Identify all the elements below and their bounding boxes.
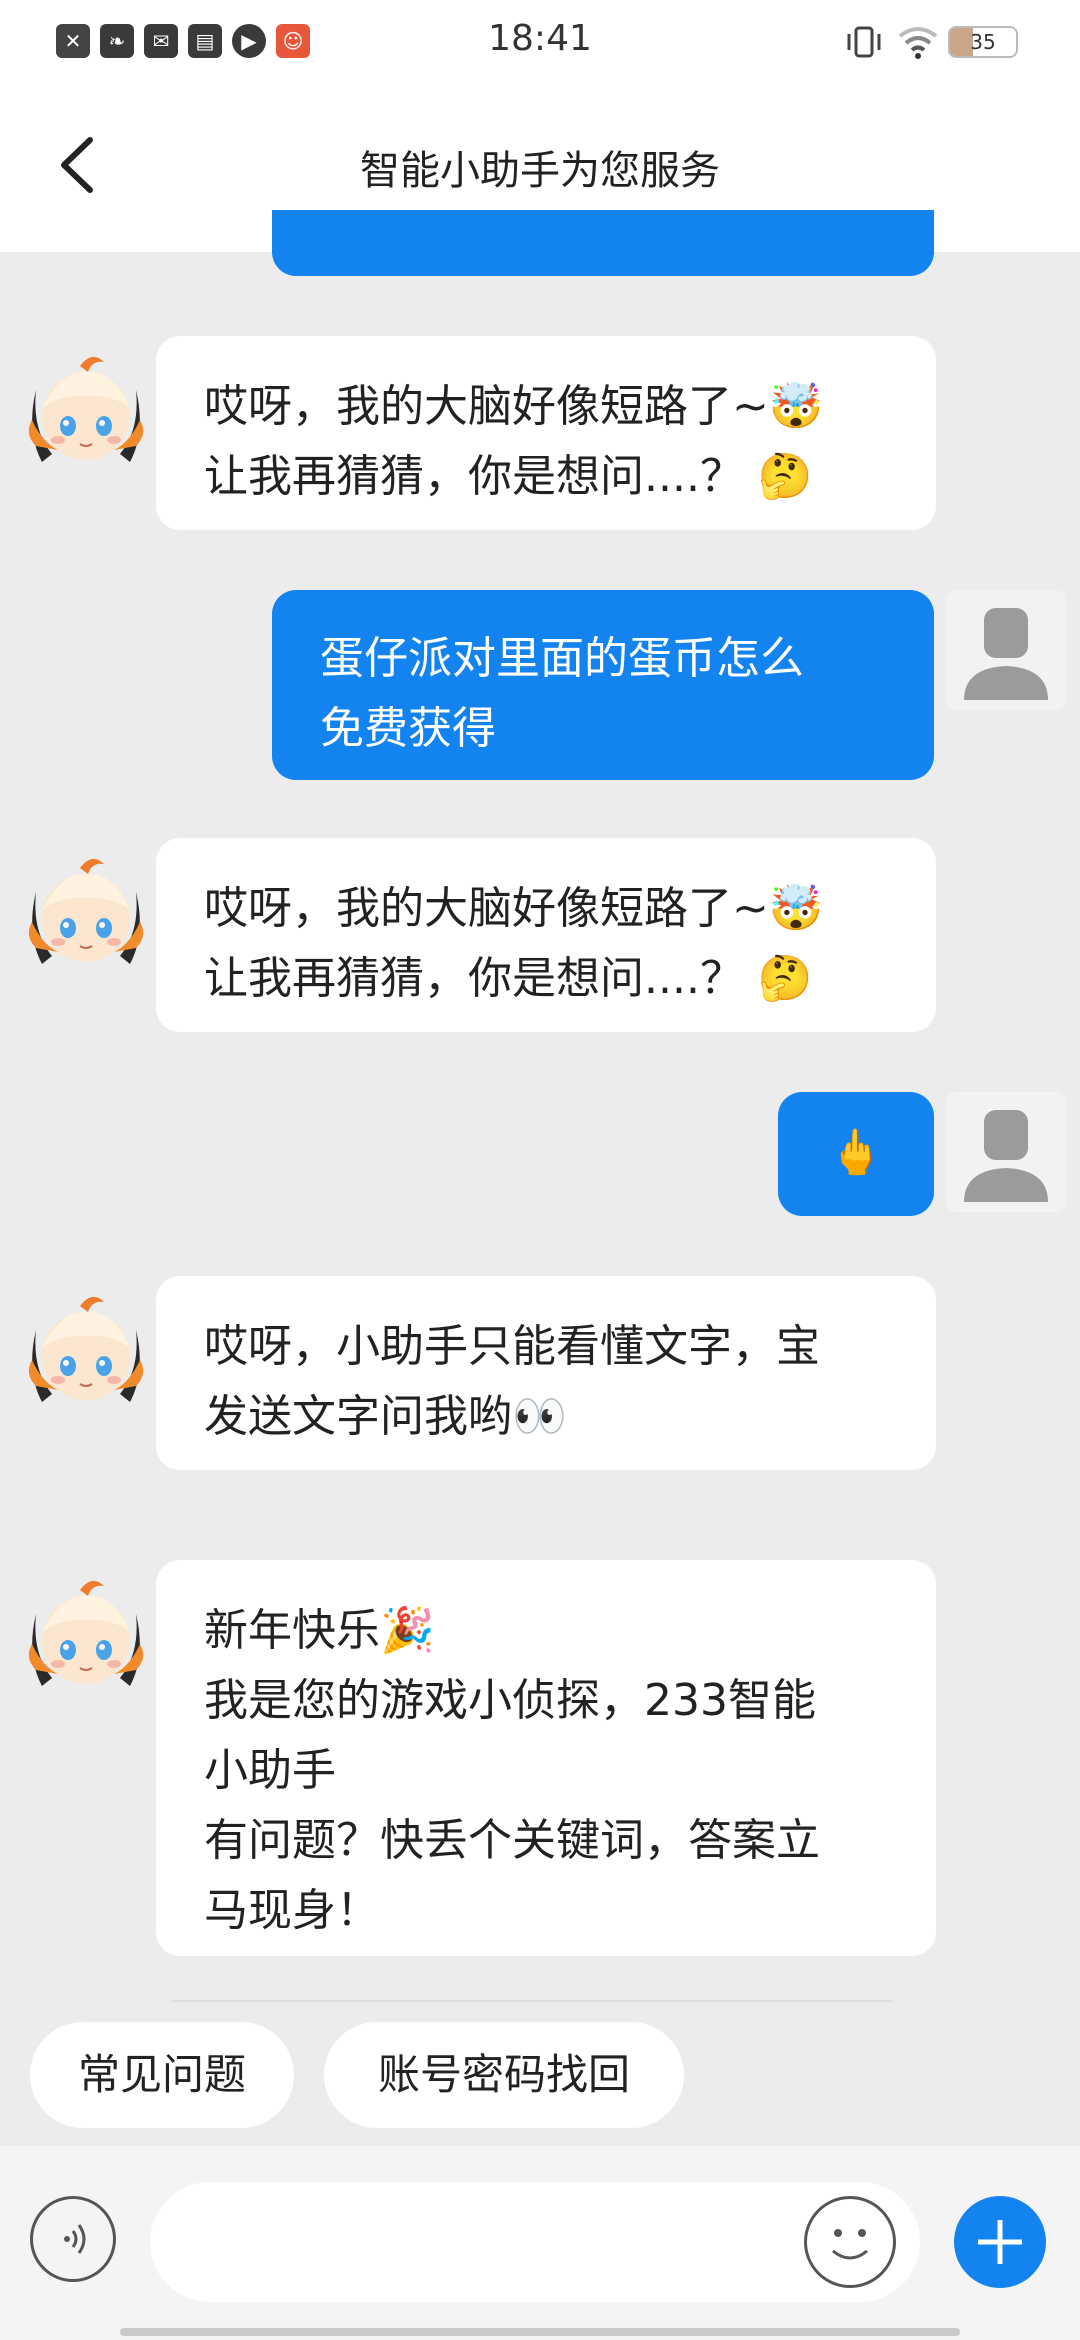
message-text-line: 小助手 <box>204 1745 336 1796</box>
battery-level: 35 <box>970 30 996 54</box>
user-message-bubble: 蛋仔派对里面的蛋币怎么 免费获得 <box>272 590 934 780</box>
message-text-line: 发送文字问我哟👀 <box>204 1391 567 1442</box>
bot-avatar <box>28 858 144 964</box>
vibrate-icon <box>847 26 881 58</box>
message-text-line: 马现身！ <box>204 1885 380 1936</box>
divider <box>172 2000 892 2002</box>
bot-message-bubble: 哎呀，我的大脑好像短路了~🤯 让我再猜猜，你是想问....？ 🤔 <box>156 838 936 1032</box>
message-text-line: 新年快乐🎉 <box>204 1605 435 1656</box>
message-text-line: 免费获得 <box>320 703 496 754</box>
message-text-line: 哎呀，小助手只能看懂文字，宝 <box>204 1321 820 1372</box>
bot-message-bubble: 哎呀，我的大脑好像短路了~🤯 让我再猜猜，你是想问....？ 🤔 <box>156 336 936 530</box>
user-message-bubble: 🖕 <box>778 1092 934 1216</box>
quick-reply-faq[interactable]: 常见问题 <box>30 2022 294 2128</box>
message-text-line: 蛋仔派对里面的蛋币怎么 <box>320 633 804 684</box>
battery-icon: 35 <box>948 26 1018 58</box>
message-text-line: 哎呀，我的大脑好像短路了~🤯 <box>204 381 824 432</box>
message-text-line: 哎呀，我的大脑好像短路了~🤯 <box>204 883 824 934</box>
bot-avatar <box>28 1580 144 1686</box>
user-bubble-partial <box>272 210 934 276</box>
status-bar: ✕ ❧ ✉ ▤ ▶ ☺ 18:41 35 <box>0 0 1080 84</box>
bot-avatar <box>28 1296 144 1402</box>
bot-message-bubble: 新年快乐🎉 我是您的游戏小侦探，233智能 小助手有问题？快丢个关键词，答案立 马现身… <box>156 1560 936 1956</box>
voice-icon[interactable] <box>30 2196 116 2282</box>
message-text-line: 🖕 <box>828 1127 884 1178</box>
plus-icon[interactable] <box>954 2196 1046 2288</box>
message-text-line: 让我再猜猜，你是想问....？ 🤔 <box>204 953 813 1004</box>
input-bar <box>0 2146 1080 2340</box>
gesture-bar <box>120 2328 960 2336</box>
bot-avatar <box>28 356 144 462</box>
smile-icon[interactable] <box>804 2196 896 2288</box>
message-text-line: 我是您的游戏小侦探，233智能 <box>204 1675 816 1726</box>
page-title: 智能小助手为您服务 <box>360 148 720 194</box>
message-text-line: 让我再猜猜，你是想问....？ 🤔 <box>204 451 813 502</box>
wifi-icon <box>898 27 938 59</box>
bot-message-bubble: 哎呀，小助手只能看懂文字，宝 发送文字问我哟👀 <box>156 1276 936 1470</box>
user-avatar <box>946 590 1066 710</box>
user-avatar <box>946 1092 1066 1212</box>
quick-reply-account-recovery[interactable]: 账号密码找回 <box>324 2022 684 2128</box>
message-text-line: 有问题？快丢个关键词，答案立 <box>204 1815 820 1866</box>
